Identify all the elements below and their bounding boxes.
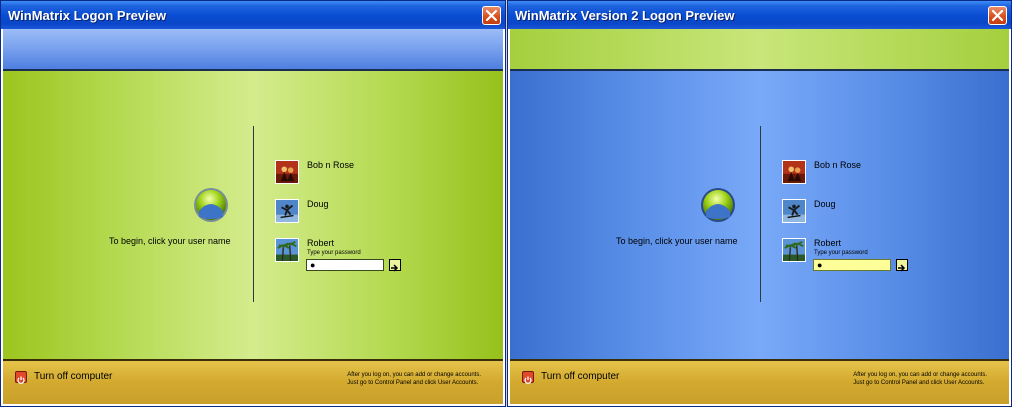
logon-preview-v2-window: WinMatrix Version 2 Logon Preview To beg…: [507, 0, 1012, 407]
footer-bar: Turn off computer After you log on, you …: [3, 361, 503, 404]
red-performer-avatar: [275, 160, 299, 184]
palm-trees-avatar: [782, 238, 806, 262]
arrow-right-icon: [898, 264, 906, 272]
skater-avatar: [782, 199, 806, 223]
title-bar[interactable]: WinMatrix Logon Preview: [1, 1, 505, 29]
logon-preview-window: WinMatrix Logon Preview To begin, click …: [0, 0, 506, 407]
logon-panel: To begin, click your user name Bob n Ros…: [3, 71, 503, 359]
hint-line: Just go to Control Panel and click User …: [853, 380, 985, 386]
footer-bar: Turn off computer After you log on, you …: [510, 361, 1009, 404]
begin-instruction: To begin, click your user name: [616, 236, 738, 246]
hint-line: After you log on, you can add or change …: [347, 372, 481, 378]
turn-off-label: Turn off computer: [541, 371, 620, 382]
window-title: WinMatrix Logon Preview: [8, 8, 167, 23]
window-title: WinMatrix Version 2 Logon Preview: [515, 8, 735, 23]
palm-trees-avatar: [275, 238, 299, 262]
red-performer-avatar: [782, 160, 806, 184]
close-icon: [485, 9, 498, 22]
skater-avatar: [275, 199, 299, 223]
user-name: Doug: [307, 199, 329, 209]
begin-instruction: To begin, click your user name: [109, 236, 231, 246]
hint-line: After you log on, you can add or change …: [853, 372, 987, 378]
top-band: [510, 29, 1009, 69]
arrow-right-icon: [391, 264, 399, 272]
go-button[interactable]: [896, 259, 908, 272]
password-label: Type your password: [814, 250, 868, 256]
password-label: Type your password: [307, 250, 361, 256]
hint-line: Just go to Control Panel and click User …: [347, 380, 479, 386]
vertical-divider: [760, 126, 761, 302]
power-icon: [15, 371, 27, 384]
top-band: [3, 29, 503, 69]
account-hint: After you log on, you can add or change …: [347, 371, 481, 387]
user-name: Doug: [814, 199, 836, 209]
logon-panel: To begin, click your user name Bob n Ros…: [510, 71, 1009, 359]
password-field[interactable]: ●: [306, 259, 384, 271]
user-name: Robert: [814, 238, 842, 248]
user-name: Robert: [307, 238, 335, 248]
power-icon: [522, 371, 534, 384]
vertical-divider: [253, 126, 254, 302]
close-icon: [991, 9, 1004, 22]
user-name: Bob n Rose: [814, 160, 862, 170]
account-hint: After you log on, you can add or change …: [853, 371, 987, 387]
password-field[interactable]: ●: [813, 259, 891, 271]
windows-logo-icon: [194, 188, 228, 222]
turn-off-label: Turn off computer: [34, 371, 113, 382]
windows-logo-icon: [701, 188, 735, 222]
close-button[interactable]: [482, 6, 501, 25]
close-button[interactable]: [988, 6, 1007, 25]
title-bar[interactable]: WinMatrix Version 2 Logon Preview: [508, 1, 1011, 29]
user-name: Bob n Rose: [307, 160, 355, 170]
go-button[interactable]: [389, 259, 401, 272]
